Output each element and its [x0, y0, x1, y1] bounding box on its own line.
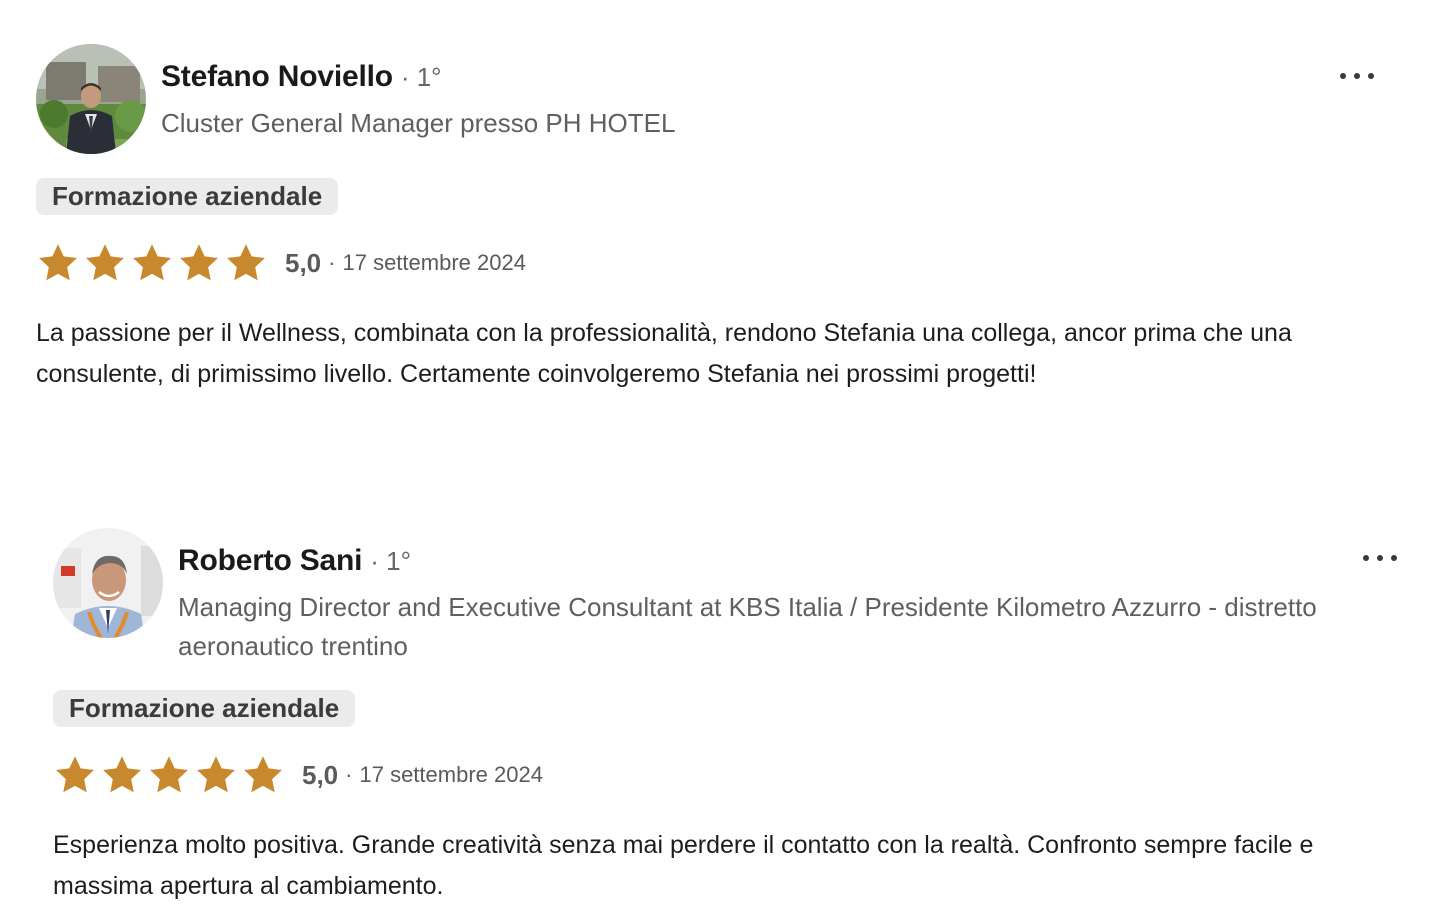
star-icon	[133, 244, 171, 281]
reviewer-header: Roberto Sani · 1° Managing Director and …	[53, 528, 1430, 666]
avatar[interactable]	[36, 44, 146, 154]
dot-icon	[1391, 555, 1397, 561]
rating-score: 5,0	[285, 247, 322, 278]
star-rating	[36, 241, 268, 285]
separator: ·	[345, 762, 353, 787]
reviewer-name[interactable]: Roberto Sani	[178, 544, 362, 578]
rating-score: 5,0	[302, 759, 339, 790]
avatar[interactable]	[53, 528, 163, 638]
review-card: Roberto Sani · 1° Managing Director and …	[53, 528, 1430, 907]
star-icon	[103, 756, 141, 793]
service-tag: Formazione aziendale	[53, 690, 356, 727]
star-icon	[56, 756, 94, 793]
dot-icon	[1363, 555, 1369, 561]
separator: ·	[328, 250, 336, 275]
name-line: Stefano Noviello · 1°	[161, 60, 675, 94]
avatar-photo	[53, 528, 163, 638]
star-icon	[227, 244, 265, 281]
avatar-photo	[36, 44, 146, 154]
service-tag: Formazione aziendale	[36, 178, 339, 215]
reviewer-headline: Managing Director and Executive Consulta…	[178, 592, 1317, 661]
reviewer-header: Stefano Noviello · 1° Cluster General Ma…	[36, 44, 1416, 154]
more-options-icon[interactable]	[1340, 66, 1374, 86]
review-text: Esperienza molto positiva. Grande creati…	[53, 831, 1314, 900]
dot-icon	[1340, 73, 1346, 79]
rating-row: 5,0 · 17 settembre 2024	[53, 753, 1430, 797]
reviewer-identity: Roberto Sani · 1° Managing Director and …	[178, 528, 1338, 666]
review-card: Stefano Noviello · 1° Cluster General Ma…	[36, 44, 1416, 395]
dot-icon	[1377, 555, 1383, 561]
star-icon	[197, 756, 235, 793]
review-date: 17 settembre 2024	[359, 762, 543, 787]
reviewer-identity: Stefano Noviello · 1° Cluster General Ma…	[161, 44, 675, 143]
reviewer-name[interactable]: Stefano Noviello	[161, 60, 393, 94]
review-text: La passione per il Wellness, combinata c…	[36, 319, 1292, 388]
reviewer-headline: Cluster General Manager presso PH HOTEL	[161, 108, 676, 138]
dot-icon	[1354, 73, 1360, 79]
name-line: Roberto Sani · 1°	[178, 544, 1338, 578]
connection-degree: · 1°	[400, 62, 442, 92]
star-rating	[53, 753, 285, 797]
star-icon	[39, 244, 77, 281]
star-icon	[244, 756, 282, 793]
star-icon	[180, 244, 218, 281]
star-icon	[86, 244, 124, 281]
star-icon	[150, 756, 188, 793]
more-options-icon[interactable]	[1363, 548, 1397, 568]
dot-icon	[1368, 73, 1374, 79]
rating-row: 5,0 · 17 settembre 2024	[36, 241, 1416, 285]
connection-degree: · 1°	[370, 546, 412, 576]
review-date: 17 settembre 2024	[342, 250, 526, 275]
